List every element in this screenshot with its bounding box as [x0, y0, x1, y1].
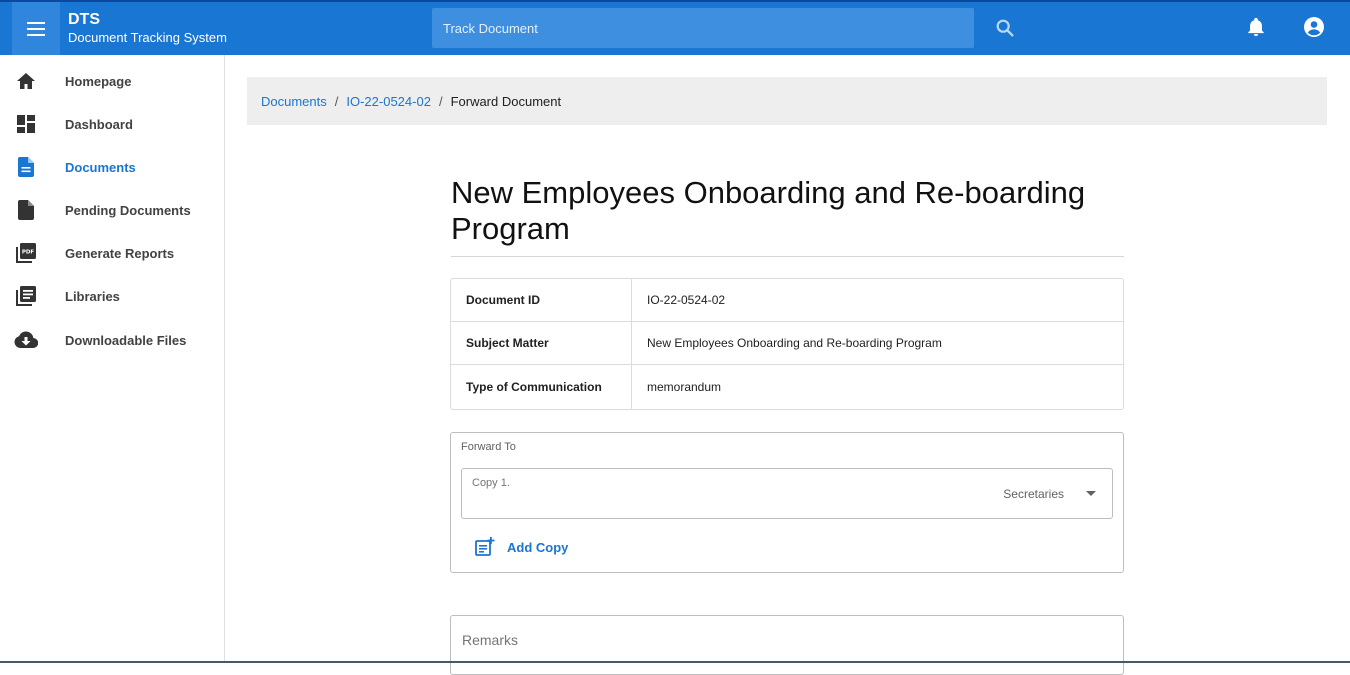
menu-button[interactable]	[12, 2, 60, 55]
title-divider	[451, 256, 1124, 257]
pending-document-icon	[14, 198, 38, 222]
sidebar-item-label: Documents	[65, 159, 136, 175]
home-icon	[14, 69, 38, 93]
breadcrumb-separator: /	[438, 93, 443, 109]
menu-icon	[27, 21, 45, 36]
breadcrumb: Documents / IO-22-0524-02 / Forward Docu…	[247, 77, 1327, 125]
sidebar-item-label: Downloadable Files	[65, 332, 187, 348]
breadcrumb-separator: /	[334, 93, 339, 109]
breadcrumb-link-documents[interactable]: Documents	[261, 94, 327, 109]
copy-select[interactable]: Copy 1. Secretaries	[461, 468, 1113, 519]
table-row: Subject Matter New Employees Onboarding …	[451, 322, 1123, 365]
library-icon	[14, 284, 38, 308]
top-app-bar: DTS Document Tracking System	[0, 0, 1350, 55]
table-key: Subject Matter	[451, 322, 632, 364]
search-icon[interactable]	[994, 17, 1016, 39]
sidebar-item-generate-reports[interactable]: PDF Generate Reports	[0, 233, 224, 273]
remarks-field[interactable]: Remarks	[450, 615, 1124, 675]
app-name: DTS	[68, 11, 100, 28]
forward-to-label: Forward To	[461, 441, 516, 453]
svg-text:PDF: PDF	[22, 250, 35, 256]
table-value: memorandum	[647, 380, 722, 394]
cloud-download-icon	[14, 328, 38, 352]
sidebar-item-pending-documents[interactable]: Pending Documents	[0, 190, 224, 230]
document-info-table: Document ID IO-22-0524-02 Subject Matter…	[450, 278, 1124, 410]
table-value: New Employees Onboarding and Re-boarding…	[647, 336, 942, 350]
document-icon	[14, 155, 38, 179]
caret-down-icon	[1086, 491, 1096, 496]
sidebar-item-label: Dashboard	[65, 116, 133, 132]
copy-label: Copy 1.	[472, 477, 510, 489]
dashboard-icon	[14, 112, 38, 136]
table-key: Type of Communication	[451, 365, 632, 409]
sidebar-item-downloadable-files[interactable]: Downloadable Files	[0, 320, 224, 360]
sidebar-item-dashboard[interactable]: Dashboard	[0, 104, 224, 144]
forward-to-fieldset: Forward To Copy 1. Secretaries Add Copy	[450, 432, 1124, 573]
table-row: Document ID IO-22-0524-02	[451, 279, 1123, 322]
bell-icon[interactable]	[1245, 16, 1267, 38]
sidebar-item-label: Pending Documents	[65, 202, 191, 218]
sidebar: Homepage Dashboard Documents Pending Doc…	[0, 55, 225, 663]
brand: DTS Document Tracking System	[68, 11, 227, 47]
sidebar-item-documents[interactable]: Documents	[0, 147, 224, 187]
add-note-icon	[475, 537, 495, 556]
sidebar-item-label: Libraries	[65, 288, 120, 304]
account-circle-icon[interactable]	[1302, 15, 1326, 39]
pdf-icon: PDF	[14, 241, 38, 265]
table-row: Type of Communication memorandum	[451, 365, 1123, 409]
table-value: IO-22-0524-02	[647, 293, 726, 307]
page-title: New Employees Onboarding and Re-boarding…	[451, 175, 1086, 246]
sidebar-item-homepage[interactable]: Homepage	[0, 61, 224, 101]
remarks-label: Remarks	[462, 632, 519, 648]
sidebar-item-label: Generate Reports	[65, 245, 175, 261]
breadcrumb-current: Forward Document	[450, 93, 562, 109]
add-copy-label: Add Copy	[507, 539, 569, 555]
sidebar-item-libraries[interactable]: Libraries	[0, 276, 224, 316]
track-document-input[interactable]	[432, 8, 974, 48]
copy-selected-value: Secretaries	[1003, 487, 1064, 501]
breadcrumb-link-document-id[interactable]: IO-22-0524-02	[346, 94, 431, 109]
table-key: Document ID	[451, 279, 632, 321]
add-copy-button[interactable]: Add Copy	[475, 537, 568, 557]
app-subtitle: Document Tracking System	[68, 30, 227, 45]
sidebar-item-label: Homepage	[65, 73, 132, 89]
